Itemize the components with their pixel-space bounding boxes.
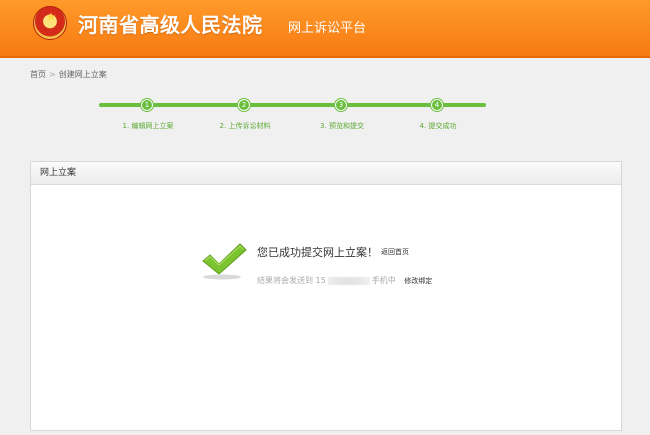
breadcrumb-separator: > [49, 70, 56, 79]
step-progress-track [99, 103, 486, 107]
step-2-dot: 2 [238, 99, 250, 111]
platform-name: 网上诉讼平台 [288, 21, 367, 36]
phone-number-prefix: 15 [315, 276, 326, 285]
breadcrumb: 首页 > 创建网上立案 [30, 69, 107, 80]
step-1-label: 1. 编辑网上立案 [122, 122, 174, 130]
site-header: ★ 河南省高级人民法院 网上诉讼平台 [0, 0, 650, 58]
step-4-dot: 4 [431, 99, 443, 111]
online-filing-panel: 网上立案 您已成功提交网上立案！ 返回首页 结果将会发送到 15 手机中 修改绑定 [30, 161, 622, 431]
panel-title: 网上立案 [31, 162, 621, 185]
result-notice: 结果将会发送到 15 手机中 修改绑定 [257, 275, 432, 286]
step-3-dot: 3 [335, 99, 347, 111]
step-1-dot: 1 [141, 99, 153, 111]
step-2-label: 2. 上传诉讼材料 [219, 122, 271, 130]
success-check-icon [202, 243, 247, 280]
court-name: 河南省高级人民法院 [78, 13, 263, 37]
phone-number-masked [327, 276, 370, 285]
breadcrumb-current: 创建网上立案 [58, 70, 107, 79]
step-3-label: 3. 预览和提交 [320, 122, 364, 130]
back-home-link[interactable]: 返回首页 [381, 247, 409, 257]
result-prefix: 结果将会发送到 [257, 276, 313, 285]
court-emblem-icon: ★ [33, 6, 67, 40]
result-suffix: 手机中 [371, 276, 396, 285]
success-message: 您已成功提交网上立案！ [257, 246, 378, 259]
modify-binding-link[interactable]: 修改绑定 [404, 277, 432, 285]
breadcrumb-home[interactable]: 首页 [30, 70, 46, 79]
step-4-label: 4. 提交成功 [419, 122, 457, 130]
